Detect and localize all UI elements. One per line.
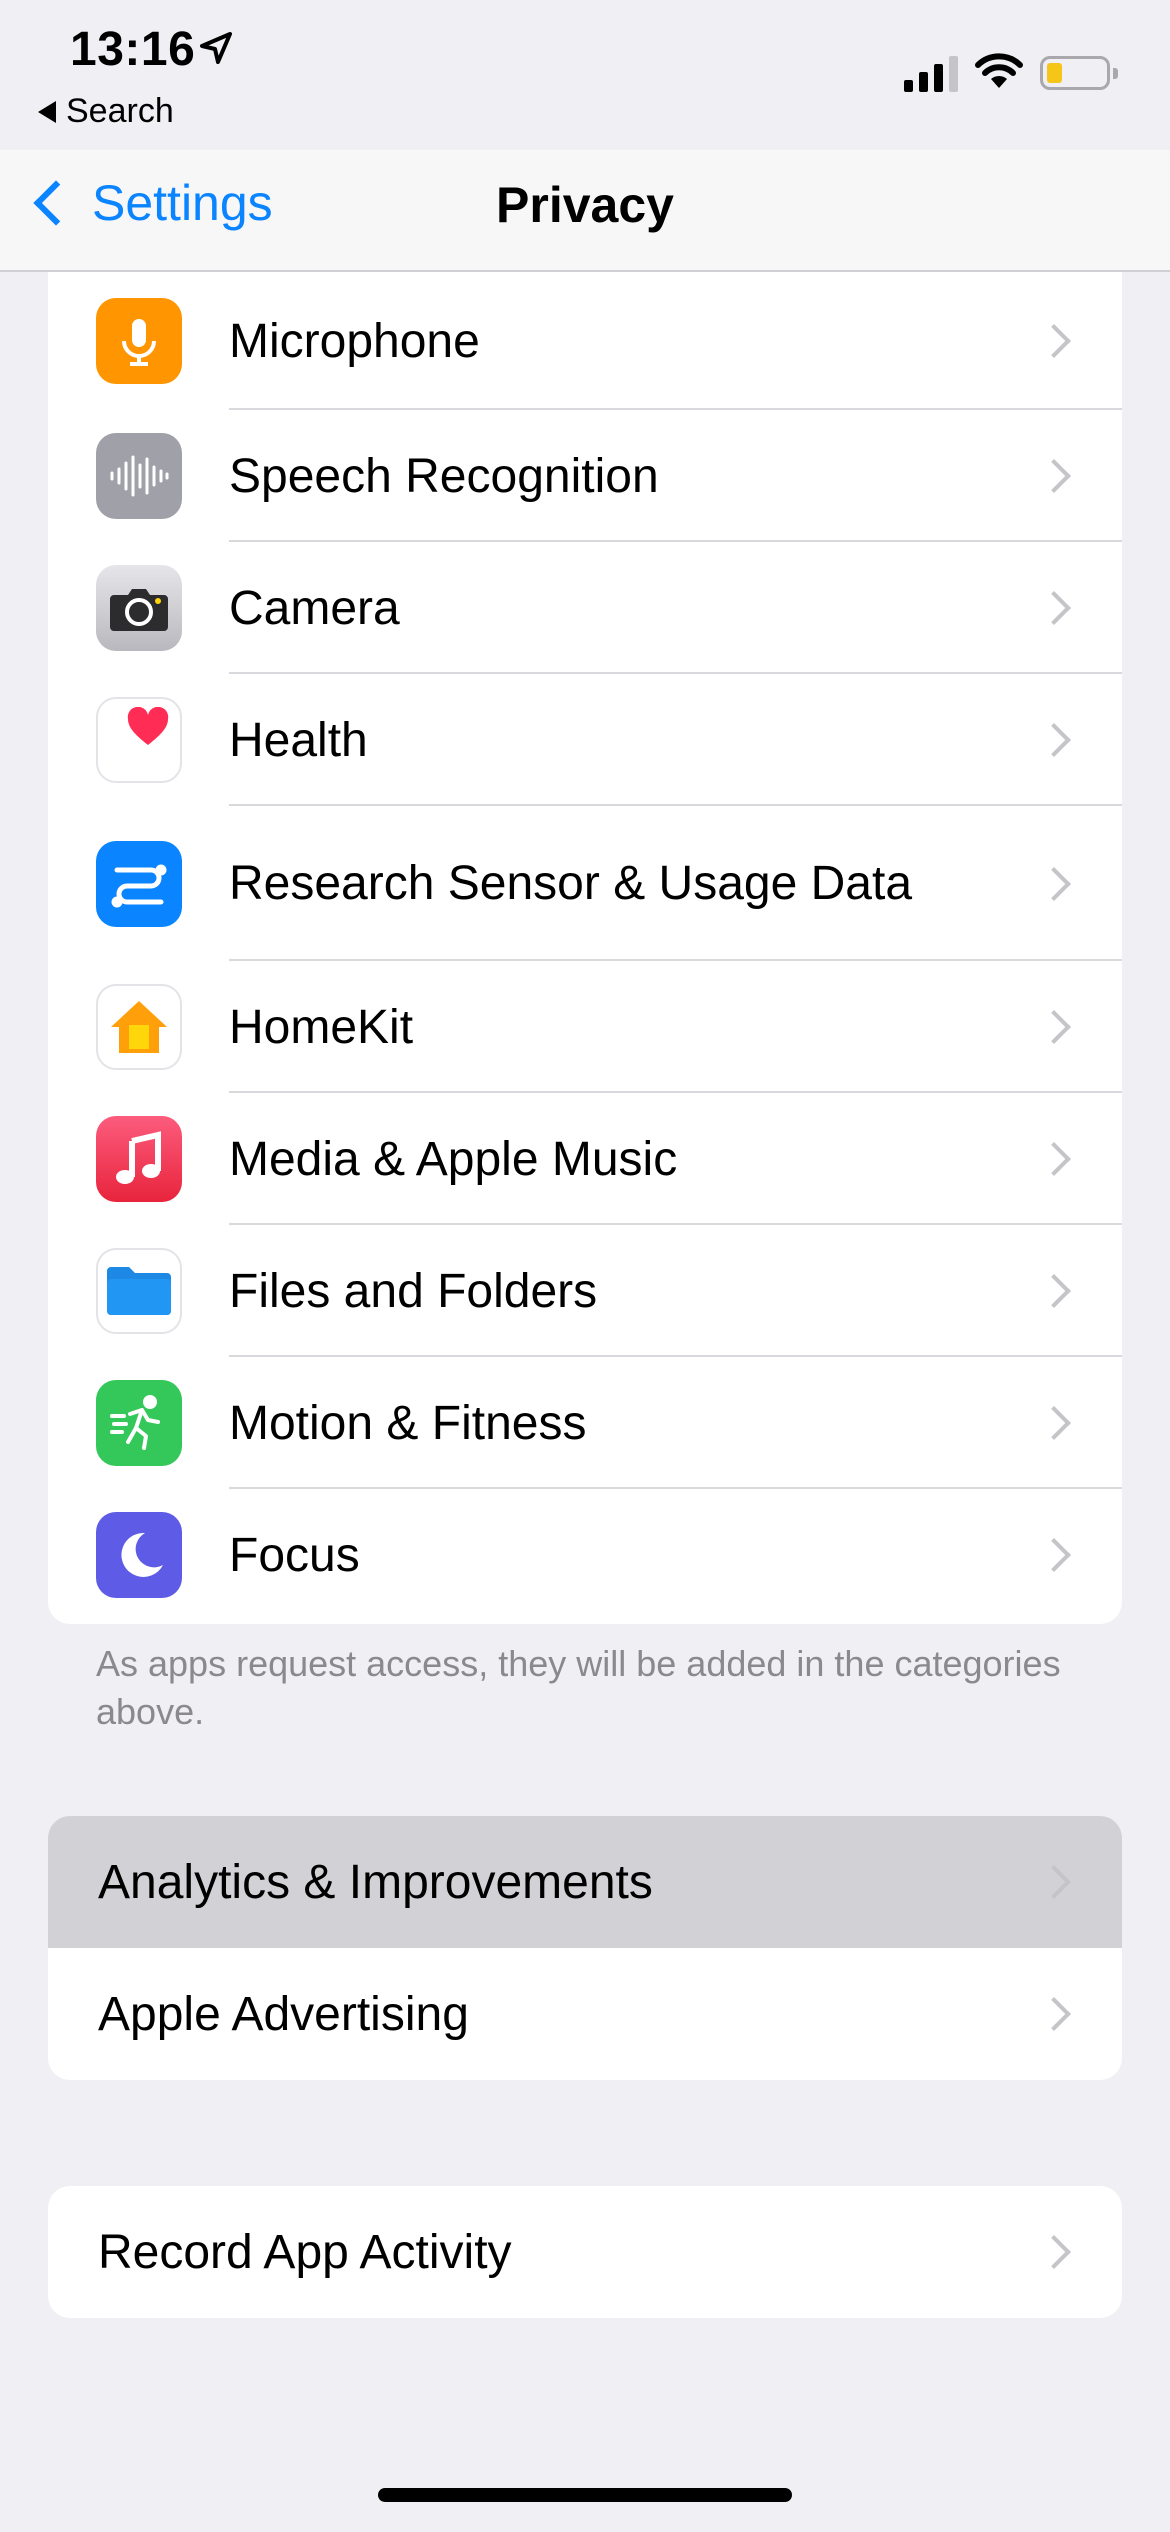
cellular-signal-icon [904, 52, 958, 92]
list-item-label: HomeKit [229, 1000, 414, 1054]
navigation-bar: Settings Privacy [0, 150, 1170, 272]
chevron-right-icon [1037, 1997, 1071, 2031]
back-app-label: Search [66, 92, 174, 130]
status-bar: 13:16 Search [0, 0, 1170, 150]
wifi-icon [975, 53, 1023, 88]
status-time: 13:16 [70, 23, 196, 76]
list-item-files-and-folders[interactable]: Files and Folders [48, 1225, 1122, 1357]
chevron-right-icon [1037, 591, 1071, 625]
battery-icon [1040, 56, 1118, 90]
folder-icon [96, 1248, 182, 1334]
list-item-label: Speech Recognition [229, 449, 659, 503]
permissions-footnote: As apps request access, they will be add… [96, 1643, 1061, 1732]
list-item-focus[interactable]: Focus [48, 1489, 1122, 1621]
list-item-analytics-improvements[interactable]: Analytics & Improvements [48, 1816, 1122, 1948]
chevron-right-icon [1037, 723, 1071, 757]
running-figure-icon [96, 1380, 182, 1466]
list-item-label: Record App Activity [98, 2225, 512, 2279]
page-title: Privacy [496, 177, 674, 233]
list-item-label: Camera [229, 581, 400, 635]
list-item-label: Health [229, 713, 368, 767]
list-item-label: Media & Apple Music [229, 1132, 678, 1186]
microphone-icon [96, 298, 182, 384]
list-item-label: Files and Folders [229, 1264, 598, 1318]
activity-group: Record App Activity [48, 2186, 1122, 2318]
back-to-app-link[interactable]: Search [38, 92, 174, 131]
chevron-right-icon [1037, 1865, 1071, 1899]
back-triangle-icon [38, 100, 56, 123]
chevron-right-icon [1037, 1010, 1071, 1044]
camera-icon [96, 565, 182, 651]
list-item-label: Analytics & Improvements [98, 1855, 653, 1909]
permissions-list: Microphone Speech Recognition Camera Hea… [48, 272, 1122, 1624]
list-item-label: Research Sensor & Usage Data [229, 857, 913, 910]
list-item-label: Focus [229, 1528, 360, 1582]
list-item-research-sensor[interactable]: Research Sensor & Usage Data [48, 806, 1122, 961]
chevron-right-icon [1037, 459, 1071, 493]
home-indicator[interactable] [378, 2488, 792, 2502]
chevron-right-icon [1037, 1406, 1071, 1440]
list-item-motion-fitness[interactable]: Motion & Fitness [48, 1357, 1122, 1489]
analytics-group: Analytics & Improvements Apple Advertisi… [48, 1816, 1122, 2080]
waveform-icon [96, 433, 182, 519]
music-note-icon [96, 1116, 182, 1202]
home-icon [96, 984, 182, 1070]
list-item-speech-recognition[interactable]: Speech Recognition [48, 410, 1122, 542]
location-arrow-icon [200, 32, 232, 64]
heart-icon [96, 697, 182, 783]
list-item-health[interactable]: Health [48, 674, 1122, 806]
chevron-right-icon [1037, 1142, 1071, 1176]
list-item-camera[interactable]: Camera [48, 542, 1122, 674]
moon-icon [96, 1512, 182, 1598]
chevron-right-icon [1037, 1538, 1071, 1572]
chevron-right-icon [1037, 866, 1071, 901]
list-item-record-app-activity[interactable]: Record App Activity [48, 2186, 1122, 2318]
list-item-label: Microphone [229, 314, 480, 368]
list-item-label: Motion & Fitness [229, 1396, 587, 1450]
chevron-right-icon [1037, 324, 1071, 358]
chevron-right-icon [1037, 1274, 1071, 1308]
research-icon [96, 840, 182, 927]
list-item-label: Apple Advertising [98, 1987, 469, 2041]
list-item-apple-advertising[interactable]: Apple Advertising [48, 1948, 1122, 2080]
list-item-homekit[interactable]: HomeKit [48, 961, 1122, 1093]
list-item-microphone[interactable]: Microphone [48, 272, 1122, 410]
chevron-right-icon [1037, 2235, 1071, 2269]
list-item-media-apple-music[interactable]: Media & Apple Music [48, 1093, 1122, 1225]
